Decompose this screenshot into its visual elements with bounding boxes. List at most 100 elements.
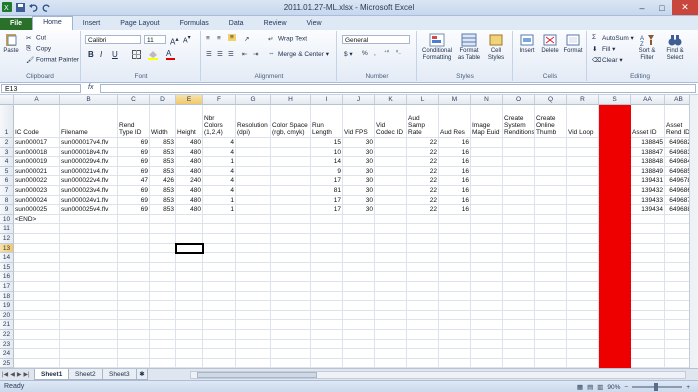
empty-cell[interactable]: [118, 243, 150, 254]
tab-page-layout[interactable]: Page Layout: [110, 18, 169, 30]
prev-sheet-icon[interactable]: ◀: [10, 371, 15, 378]
data-cell[interactable]: 4: [203, 138, 236, 148]
empty-cell[interactable]: [118, 339, 150, 350]
empty-cell[interactable]: [236, 262, 271, 273]
data-cell[interactable]: <END>: [14, 214, 60, 225]
column-header-g[interactable]: G: [236, 95, 271, 105]
empty-cell[interactable]: [407, 358, 439, 368]
conditional-formatting-button[interactable]: Conditional Formatting: [420, 33, 454, 62]
zoom-slider[interactable]: [632, 383, 683, 391]
empty-cell[interactable]: [14, 282, 60, 292]
empty-cell[interactable]: [439, 282, 471, 292]
percent-icon[interactable]: %: [362, 50, 368, 57]
data-cell[interactable]: [375, 205, 407, 215]
empty-cell[interactable]: [311, 320, 343, 330]
data-cell[interactable]: 240: [176, 176, 203, 186]
data-cell[interactable]: [375, 157, 407, 167]
data-cell[interactable]: 480: [176, 147, 203, 158]
formula-input[interactable]: [100, 84, 696, 93]
font-color-icon[interactable]: A: [166, 49, 175, 60]
empty-cell[interactable]: [150, 243, 176, 254]
data-cell[interactable]: 69: [118, 147, 150, 158]
empty-cell[interactable]: [176, 320, 203, 330]
empty-cell[interactable]: [567, 349, 599, 359]
empty-cell[interactable]: [439, 339, 471, 350]
empty-cell[interactable]: [60, 310, 118, 321]
copy-button[interactable]: ⎘ Copy: [26, 45, 51, 53]
empty-cell[interactable]: [150, 339, 176, 350]
empty-cell[interactable]: [439, 272, 471, 282]
empty-cell[interactable]: [535, 339, 567, 350]
data-cell[interactable]: sun000029v4.flv: [60, 157, 118, 167]
empty-cell[interactable]: [375, 234, 407, 244]
empty-cell[interactable]: [375, 349, 407, 359]
horizontal-scrollbar[interactable]: [190, 371, 686, 379]
cut-button[interactable]: ✂ Cut: [26, 34, 46, 42]
data-cell[interactable]: [471, 176, 503, 186]
column-header-c[interactable]: C: [118, 95, 150, 105]
empty-cell[interactable]: [439, 310, 471, 321]
data-cell[interactable]: [236, 176, 271, 186]
normal-view-icon[interactable]: ▦: [577, 383, 583, 391]
number-format-dropdown[interactable]: General: [342, 35, 410, 44]
data-cell[interactable]: 30: [343, 186, 375, 196]
empty-cell[interactable]: [150, 234, 176, 244]
data-cell[interactable]: 853: [150, 205, 176, 215]
row-header-6[interactable]: 6: [0, 176, 14, 186]
empty-cell[interactable]: [471, 272, 503, 282]
empty-cell[interactable]: [375, 243, 407, 254]
empty-cell[interactable]: [271, 358, 311, 368]
empty-cell[interactable]: [150, 349, 176, 359]
empty-cell[interactable]: [176, 224, 203, 234]
empty-cell[interactable]: [439, 358, 471, 368]
data-cell[interactable]: 480: [176, 166, 203, 177]
row-header-1[interactable]: 1: [0, 105, 14, 138]
column-header-m[interactable]: M: [439, 95, 471, 105]
data-cell[interactable]: [535, 195, 567, 206]
empty-cell[interactable]: [311, 310, 343, 321]
data-cell[interactable]: 480: [176, 186, 203, 196]
empty-cell[interactable]: [118, 310, 150, 321]
data-cell[interactable]: 22: [407, 157, 439, 167]
empty-cell[interactable]: [236, 310, 271, 321]
fx-icon[interactable]: fx: [88, 84, 93, 91]
empty-cell[interactable]: [343, 320, 375, 330]
row-header-10[interactable]: 10: [0, 214, 14, 225]
row-header-18[interactable]: 18: [0, 291, 14, 302]
data-cell[interactable]: [407, 214, 439, 225]
data-cell[interactable]: [236, 166, 271, 177]
empty-cell[interactable]: [471, 243, 503, 254]
page-layout-view-icon[interactable]: ▤: [587, 383, 593, 391]
empty-cell[interactable]: [271, 224, 311, 234]
empty-cell[interactable]: [236, 339, 271, 350]
empty-cell[interactable]: [236, 301, 271, 311]
empty-cell[interactable]: [203, 291, 236, 302]
empty-cell[interactable]: [503, 339, 535, 350]
empty-cell[interactable]: [567, 320, 599, 330]
empty-cell[interactable]: [567, 330, 599, 340]
data-cell[interactable]: [471, 166, 503, 177]
empty-cell[interactable]: [535, 253, 567, 263]
empty-cell[interactable]: [503, 358, 535, 368]
select-all-corner[interactable]: [0, 95, 14, 105]
data-cell[interactable]: [503, 147, 535, 158]
last-sheet-icon[interactable]: ▶|: [23, 371, 29, 378]
empty-cell[interactable]: [271, 310, 311, 321]
data-cell[interactable]: 47: [118, 176, 150, 186]
empty-cell[interactable]: [150, 291, 176, 302]
empty-cell[interactable]: [503, 224, 535, 234]
data-cell[interactable]: [150, 214, 176, 225]
data-cell[interactable]: sun000023v4.flv: [60, 186, 118, 196]
empty-cell[interactable]: [439, 262, 471, 273]
data-cell[interactable]: 4: [203, 166, 236, 177]
empty-cell[interactable]: [118, 282, 150, 292]
row-header-5[interactable]: 5: [0, 166, 14, 177]
empty-cell[interactable]: [343, 291, 375, 302]
empty-cell[interactable]: [14, 243, 60, 254]
empty-cell[interactable]: [176, 358, 203, 368]
empty-cell[interactable]: [375, 339, 407, 350]
empty-cell[interactable]: [271, 262, 311, 273]
data-cell[interactable]: sun000021v4.flv: [60, 166, 118, 177]
data-cell[interactable]: [236, 205, 271, 215]
empty-cell[interactable]: [203, 301, 236, 311]
